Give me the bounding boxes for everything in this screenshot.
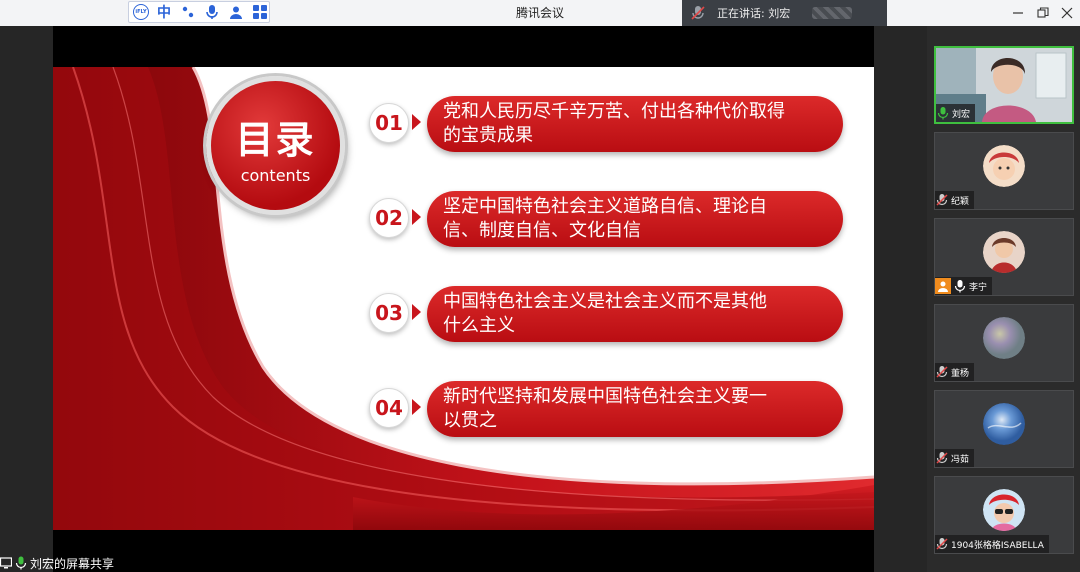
participant-tile[interactable]: 纪颖 — [934, 132, 1074, 210]
toc-item-line: 中国特色社会主义是社会主义而不是其他 — [443, 291, 767, 312]
toc-subtitle: contents — [240, 166, 311, 185]
mic-active-icon — [15, 556, 27, 570]
toc-item-line: 信、制度自信、文化自信 — [443, 220, 641, 241]
mic-on-icon — [954, 280, 966, 293]
participant-name: 冯茹 — [951, 454, 970, 465]
close-button[interactable] — [1052, 0, 1080, 26]
avatar — [983, 145, 1025, 187]
participants-panel: 刘宏 纪颖 李宁 董杨 冯茹 1904张格格ISABELLA — [927, 26, 1080, 572]
presentation-slide: 目录 contents 01 党和人民历尽千辛万苦、付出各种代价取得 的宝贵成果… — [53, 67, 874, 530]
arrow-icon — [412, 399, 421, 415]
arrow-icon — [412, 209, 421, 225]
arrow-icon — [412, 304, 421, 320]
screen-share-status[interactable]: 刘宏的屏幕共享 — [0, 554, 114, 572]
speaking-indicator: 正在讲话: 刘宏 — [682, 0, 887, 26]
participant-tile[interactable]: 刘宏 — [934, 46, 1074, 124]
person-badge-icon — [935, 278, 951, 294]
toc-item-02: 02 坚定中国特色社会主义道路自信、理论自 信、制度自信、文化自信 — [369, 191, 849, 251]
participant-namebar: 李宁 — [935, 277, 993, 295]
mic-on-icon — [937, 107, 949, 120]
toc-item-line: 新时代坚持和发展中国特色社会主义要一 — [443, 386, 767, 407]
toc-item-line: 以贯之 — [443, 410, 497, 431]
toc-item-01: 01 党和人民历尽千辛万苦、付出各种代价取得 的宝贵成果 — [369, 96, 849, 156]
ime-logo-icon[interactable]: iFLY — [133, 4, 149, 20]
participant-name: 1904张格格ISABELLA — [951, 540, 1044, 551]
toc-badge: 目录 contents — [206, 76, 345, 215]
punctuation-icon[interactable] — [179, 3, 197, 21]
user-icon[interactable] — [227, 3, 245, 21]
toc-item-03: 03 中国特色社会主义是社会主义而不是其他 什么主义 — [369, 286, 849, 346]
share-owner-label: 刘宏的屏幕共享 — [30, 556, 115, 571]
mic-muted-icon — [936, 452, 948, 464]
avatar — [983, 489, 1025, 531]
toc-item-text: 新时代坚持和发展中国特色社会主义要一 以贯之 — [427, 381, 843, 437]
participant-namebar: 冯茹 — [935, 449, 975, 467]
toc-item-line: 的宝贵成果 — [443, 125, 533, 146]
participant-namebar: 纪颖 — [935, 191, 975, 209]
participant-tile[interactable]: 冯茹 — [934, 390, 1074, 468]
toc-item-line: 什么主义 — [443, 315, 515, 336]
toc-item-text: 坚定中国特色社会主义道路自信、理论自 信、制度自信、文化自信 — [427, 191, 843, 247]
microphone-icon[interactable] — [203, 3, 221, 21]
ime-language-toggle[interactable]: 中 — [155, 3, 173, 21]
mic-muted-icon — [936, 366, 948, 378]
toc-item-text: 党和人民历尽千辛万苦、付出各种代价取得 的宝贵成果 — [427, 96, 843, 152]
mic-muted-icon — [936, 194, 948, 206]
avatar — [983, 403, 1025, 445]
toc-item-number: 01 — [369, 103, 409, 143]
toc-item-line: 坚定中国特色社会主义道路自信、理论自 — [443, 196, 767, 217]
participant-tile[interactable]: 1904张格格ISABELLA — [934, 476, 1074, 554]
participant-tile[interactable]: 董杨 — [934, 304, 1074, 382]
screen-icon — [0, 557, 12, 569]
grid-icon[interactable] — [251, 3, 269, 21]
speaking-mic-icon — [691, 6, 705, 20]
speaking-label: 正在讲话: 刘宏 — [717, 7, 791, 20]
toc-title: 目录 — [235, 118, 316, 162]
toc-item-line: 党和人民历尽千辛万苦、付出各种代价取得 — [443, 101, 785, 122]
toc-item-04: 04 新时代坚持和发展中国特色社会主义要一 以贯之 — [369, 381, 849, 441]
toc-item-number: 04 — [369, 388, 409, 428]
toc-item-number: 02 — [369, 198, 409, 238]
mic-muted-icon — [936, 538, 948, 550]
title-bar: 腾讯会议 iFLY 中 正在讲话: 刘宏 — [0, 0, 1080, 27]
avatar — [983, 317, 1025, 359]
avatar — [983, 231, 1025, 273]
participant-namebar: 刘宏 — [936, 104, 976, 122]
participant-namebar: 董杨 — [935, 363, 975, 381]
participant-name: 董杨 — [951, 368, 970, 379]
toc-item-text: 中国特色社会主义是社会主义而不是其他 什么主义 — [427, 286, 843, 342]
participant-name: 纪颖 — [951, 196, 970, 207]
ime-toolbar: iFLY 中 — [128, 1, 270, 23]
toc-item-number: 03 — [369, 293, 409, 333]
participant-namebar: 1904张格格ISABELLA — [935, 535, 1049, 553]
arrow-icon — [412, 114, 421, 130]
participant-name: 刘宏 — [952, 109, 971, 120]
blurred-region — [812, 7, 853, 19]
participant-tile[interactable]: 李宁 — [934, 218, 1074, 296]
participant-name: 李宁 — [969, 282, 988, 293]
